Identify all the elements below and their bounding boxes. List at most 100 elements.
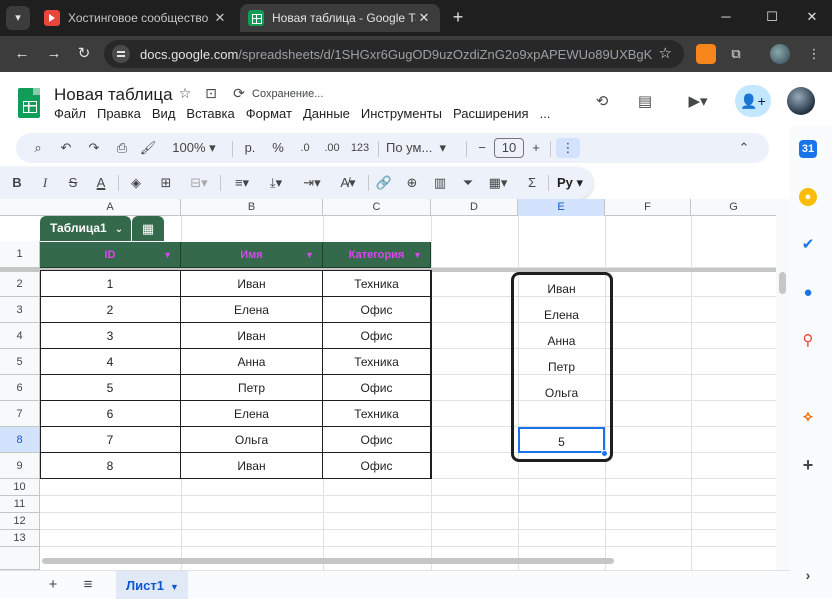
comments-icon[interactable]: ▤ (632, 92, 658, 112)
print-icon[interactable]: ⎙ (112, 138, 132, 158)
column-header-a[interactable]: A (40, 199, 181, 216)
table-cell[interactable]: Офис (323, 323, 431, 349)
merge-cells-icon[interactable]: ⊟▾ (184, 173, 214, 193)
address-bar[interactable]: docs.google.com/spreadsheets/d/1SHGxr6Gu… (104, 40, 684, 68)
column-header-d[interactable]: D (431, 199, 518, 216)
row-header-10[interactable]: 10 (0, 479, 40, 496)
column-menu-icon[interactable]: ▼ (305, 242, 314, 268)
insert-comment-icon[interactable]: ⊕ (402, 173, 422, 193)
vertical-scrollbar[interactable] (776, 199, 790, 570)
menu-data[interactable]: Данные (303, 106, 350, 124)
row-header-4[interactable]: 4 (0, 323, 40, 349)
more-options-icon[interactable]: ⋮ (556, 138, 580, 158)
browser-menu-icon[interactable]: ⋮ (804, 44, 824, 64)
bold-button[interactable]: B (8, 173, 26, 193)
vertical-align-icon[interactable]: ⤓▾ (262, 173, 290, 193)
row-header-6[interactable]: 6 (0, 375, 40, 401)
table-cell[interactable]: Петр (181, 375, 323, 401)
text-wrapping-icon[interactable]: ⇥▾ (298, 173, 326, 193)
zoom-select[interactable]: 100% ▾ (166, 138, 222, 158)
table-cell[interactable]: Иван (181, 453, 323, 479)
close-tab-icon[interactable]: ✕ (212, 10, 228, 26)
table-header-name[interactable]: Имя ▼ (181, 242, 323, 268)
all-sheets-menu-icon[interactable]: ≡ (77, 575, 99, 595)
table-cell[interactable]: Офис (323, 375, 431, 401)
table-cell[interactable]: 5 (40, 375, 181, 401)
table-cell[interactable]: Техника (323, 349, 431, 375)
vertical-scroll-thumb[interactable] (779, 272, 786, 294)
version-history-icon[interactable]: ⟲ (589, 92, 615, 112)
increase-font-size-button[interactable]: + (528, 138, 544, 158)
insert-chart-icon[interactable]: ▥ (430, 173, 450, 193)
table-name-chip[interactable]: Таблица1 ⌄ (40, 216, 131, 241)
row-header-7[interactable]: 7 (0, 401, 40, 427)
table-cell[interactable]: Офис (323, 297, 431, 323)
row-header-14[interactable] (0, 547, 40, 570)
sheet-tab-list1[interactable]: Лист1 ▼ (116, 571, 188, 599)
get-addons-icon[interactable]: + (799, 456, 817, 474)
column-header-g[interactable]: G (691, 199, 776, 216)
table-cell[interactable]: Техника (323, 271, 431, 297)
fill-color-icon[interactable]: ◈ (126, 173, 146, 193)
menu-view[interactable]: Вид (152, 106, 176, 124)
currency-format-button[interactable]: р. (240, 138, 260, 158)
close-window-button[interactable]: ✕ (792, 6, 832, 30)
table-cell[interactable]: Елена (181, 297, 323, 323)
menu-insert[interactable]: Вставка (186, 106, 234, 124)
borders-icon[interactable]: ⊞ (156, 173, 176, 193)
table-cell[interactable]: Елена (181, 401, 323, 427)
tasks-icon[interactable]: ✔ (799, 236, 817, 254)
horizontal-align-icon[interactable]: ≡▾ (228, 173, 256, 193)
meet-call-icon[interactable]: ▶▾ (680, 92, 716, 112)
addon-icon[interactable]: ⟡ (799, 408, 817, 426)
calendar-icon[interactable]: 31 (799, 140, 817, 158)
forward-icon[interactable]: → (42, 42, 66, 66)
star-icon[interactable]: ☆ (174, 85, 196, 105)
filter-views-icon[interactable]: ▦▾ (484, 173, 512, 193)
collapse-toolbar-icon[interactable]: ⌃ (734, 138, 754, 158)
insert-link-icon[interactable]: 🔗 (374, 173, 394, 193)
row-header-3[interactable]: 3 (0, 297, 40, 323)
move-folder-icon[interactable]: ⊡ (200, 85, 222, 105)
browser-tab-active[interactable]: Новая таблица - Google Табли ✕ (240, 4, 440, 32)
column-header-c[interactable]: C (323, 199, 431, 216)
menu-more[interactable]: ... (540, 106, 551, 124)
share-button[interactable]: 👤+ (735, 85, 771, 117)
font-size-input[interactable]: 10 (494, 138, 524, 158)
text-color-button[interactable]: A (92, 173, 110, 193)
table-cell[interactable]: 7 (40, 427, 181, 453)
decrease-font-size-button[interactable]: − (474, 138, 490, 158)
row-header-12[interactable]: 12 (0, 513, 40, 530)
sheets-logo-icon[interactable] (18, 88, 40, 118)
redo-icon[interactable]: ↷ (84, 138, 104, 158)
menu-format[interactable]: Формат (246, 106, 292, 124)
font-family-select[interactable]: По ум... ▾ (386, 138, 458, 158)
filter-icon[interactable]: ⏷ (458, 173, 478, 193)
paint-format-icon[interactable]: 🖌 (138, 138, 158, 158)
fill-handle[interactable] (601, 450, 608, 457)
back-icon[interactable]: ← (10, 42, 34, 66)
table-cell[interactable]: 6 (40, 401, 181, 427)
new-tab-button[interactable]: + (446, 6, 470, 30)
search-menus-icon[interactable]: ⌕ (28, 138, 48, 158)
horizontal-scroll-thumb[interactable] (42, 558, 614, 564)
column-menu-icon[interactable]: ▼ (413, 242, 422, 268)
menu-tools[interactable]: Инструменты (361, 106, 442, 124)
menu-extensions[interactable]: Расширения (453, 106, 529, 124)
percent-format-button[interactable]: % (268, 138, 288, 158)
browser-tab-inactive[interactable]: Хостинговое сообщество «Tim ✕ (36, 4, 236, 32)
table-cell[interactable]: Анна (181, 349, 323, 375)
increase-decimal-button[interactable]: .00 (320, 138, 344, 158)
site-info-icon[interactable] (112, 45, 130, 63)
expand-panel-icon[interactable]: › (799, 566, 817, 584)
column-header-f[interactable]: F (605, 199, 691, 216)
table-header-category[interactable]: Категория ▼ (323, 242, 431, 268)
decrease-decimal-button[interactable]: .0 (294, 138, 316, 158)
maximize-button[interactable]: ☐ (752, 6, 792, 30)
extensions-puzzle-icon[interactable]: ⧉ (726, 44, 746, 64)
table-cell[interactable]: Иван (181, 323, 323, 349)
table-cell[interactable]: Ольга (181, 427, 323, 453)
tab-search-button[interactable]: ▾ (6, 6, 30, 30)
contacts-icon[interactable]: ● (799, 284, 817, 302)
add-sheet-button[interactable]: + (42, 575, 64, 595)
